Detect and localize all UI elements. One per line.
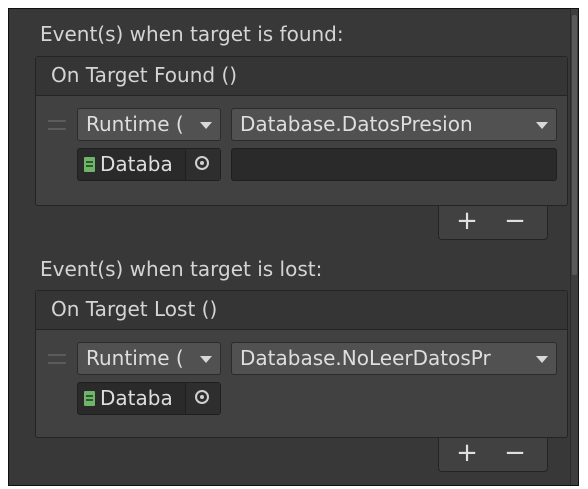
on-target-found-event-box: On Target Found () Runtime ( Database.Da…	[35, 56, 568, 206]
chevron-down-icon	[200, 356, 212, 363]
unity-inspector-panel: Event(s) when target is found: On Target…	[8, 8, 579, 486]
script-icon	[84, 157, 95, 172]
lost-add-remove-footer: + −	[438, 438, 548, 472]
chevron-down-icon	[536, 356, 548, 363]
object-picker-button[interactable]	[185, 383, 220, 414]
found-add-remove-footer: + −	[438, 206, 548, 240]
drag-handle-icon[interactable]	[48, 120, 66, 130]
script-icon	[84, 391, 95, 406]
object-picker-icon	[195, 156, 209, 170]
on-target-lost-event-box: On Target Lost () Runtime ( Database.NoL…	[35, 290, 568, 438]
runtime-mode-value: Runtime (	[86, 112, 184, 136]
runtime-mode-dropdown[interactable]: Runtime (	[77, 108, 221, 141]
vertical-scrollbar[interactable]	[570, 9, 578, 485]
chevron-down-icon	[536, 122, 548, 129]
remove-listener-button[interactable]: −	[495, 438, 535, 470]
function-dropdown[interactable]: Database.NoLeerDatosPr	[231, 342, 557, 375]
target-object-field[interactable]: Databa	[77, 382, 221, 415]
found-event-label: Event(s) when target is found:	[40, 22, 344, 46]
target-object-value: Databa	[100, 386, 173, 410]
lost-event-label: Event(s) when target is lost:	[40, 257, 323, 281]
argument-field[interactable]	[231, 148, 557, 181]
on-target-found-header: On Target Found ()	[36, 57, 567, 96]
object-picker-icon	[195, 390, 209, 404]
remove-listener-button[interactable]: −	[495, 206, 535, 238]
runtime-mode-value: Runtime (	[86, 346, 184, 370]
scrollbar-thumb[interactable]	[572, 15, 577, 275]
target-object-field[interactable]: Databa	[77, 148, 221, 181]
add-listener-button[interactable]: +	[447, 206, 487, 238]
on-target-lost-header: On Target Lost ()	[36, 291, 567, 330]
function-value: Database.NoLeerDatosPr	[240, 346, 491, 370]
target-object-value: Databa	[100, 152, 173, 176]
runtime-mode-dropdown[interactable]: Runtime (	[77, 342, 221, 375]
function-dropdown[interactable]: Database.DatosPresion	[231, 108, 557, 141]
object-picker-button[interactable]	[185, 149, 220, 180]
chevron-down-icon	[200, 122, 212, 129]
add-listener-button[interactable]: +	[447, 438, 487, 470]
drag-handle-icon[interactable]	[48, 354, 66, 364]
function-value: Database.DatosPresion	[240, 112, 473, 136]
